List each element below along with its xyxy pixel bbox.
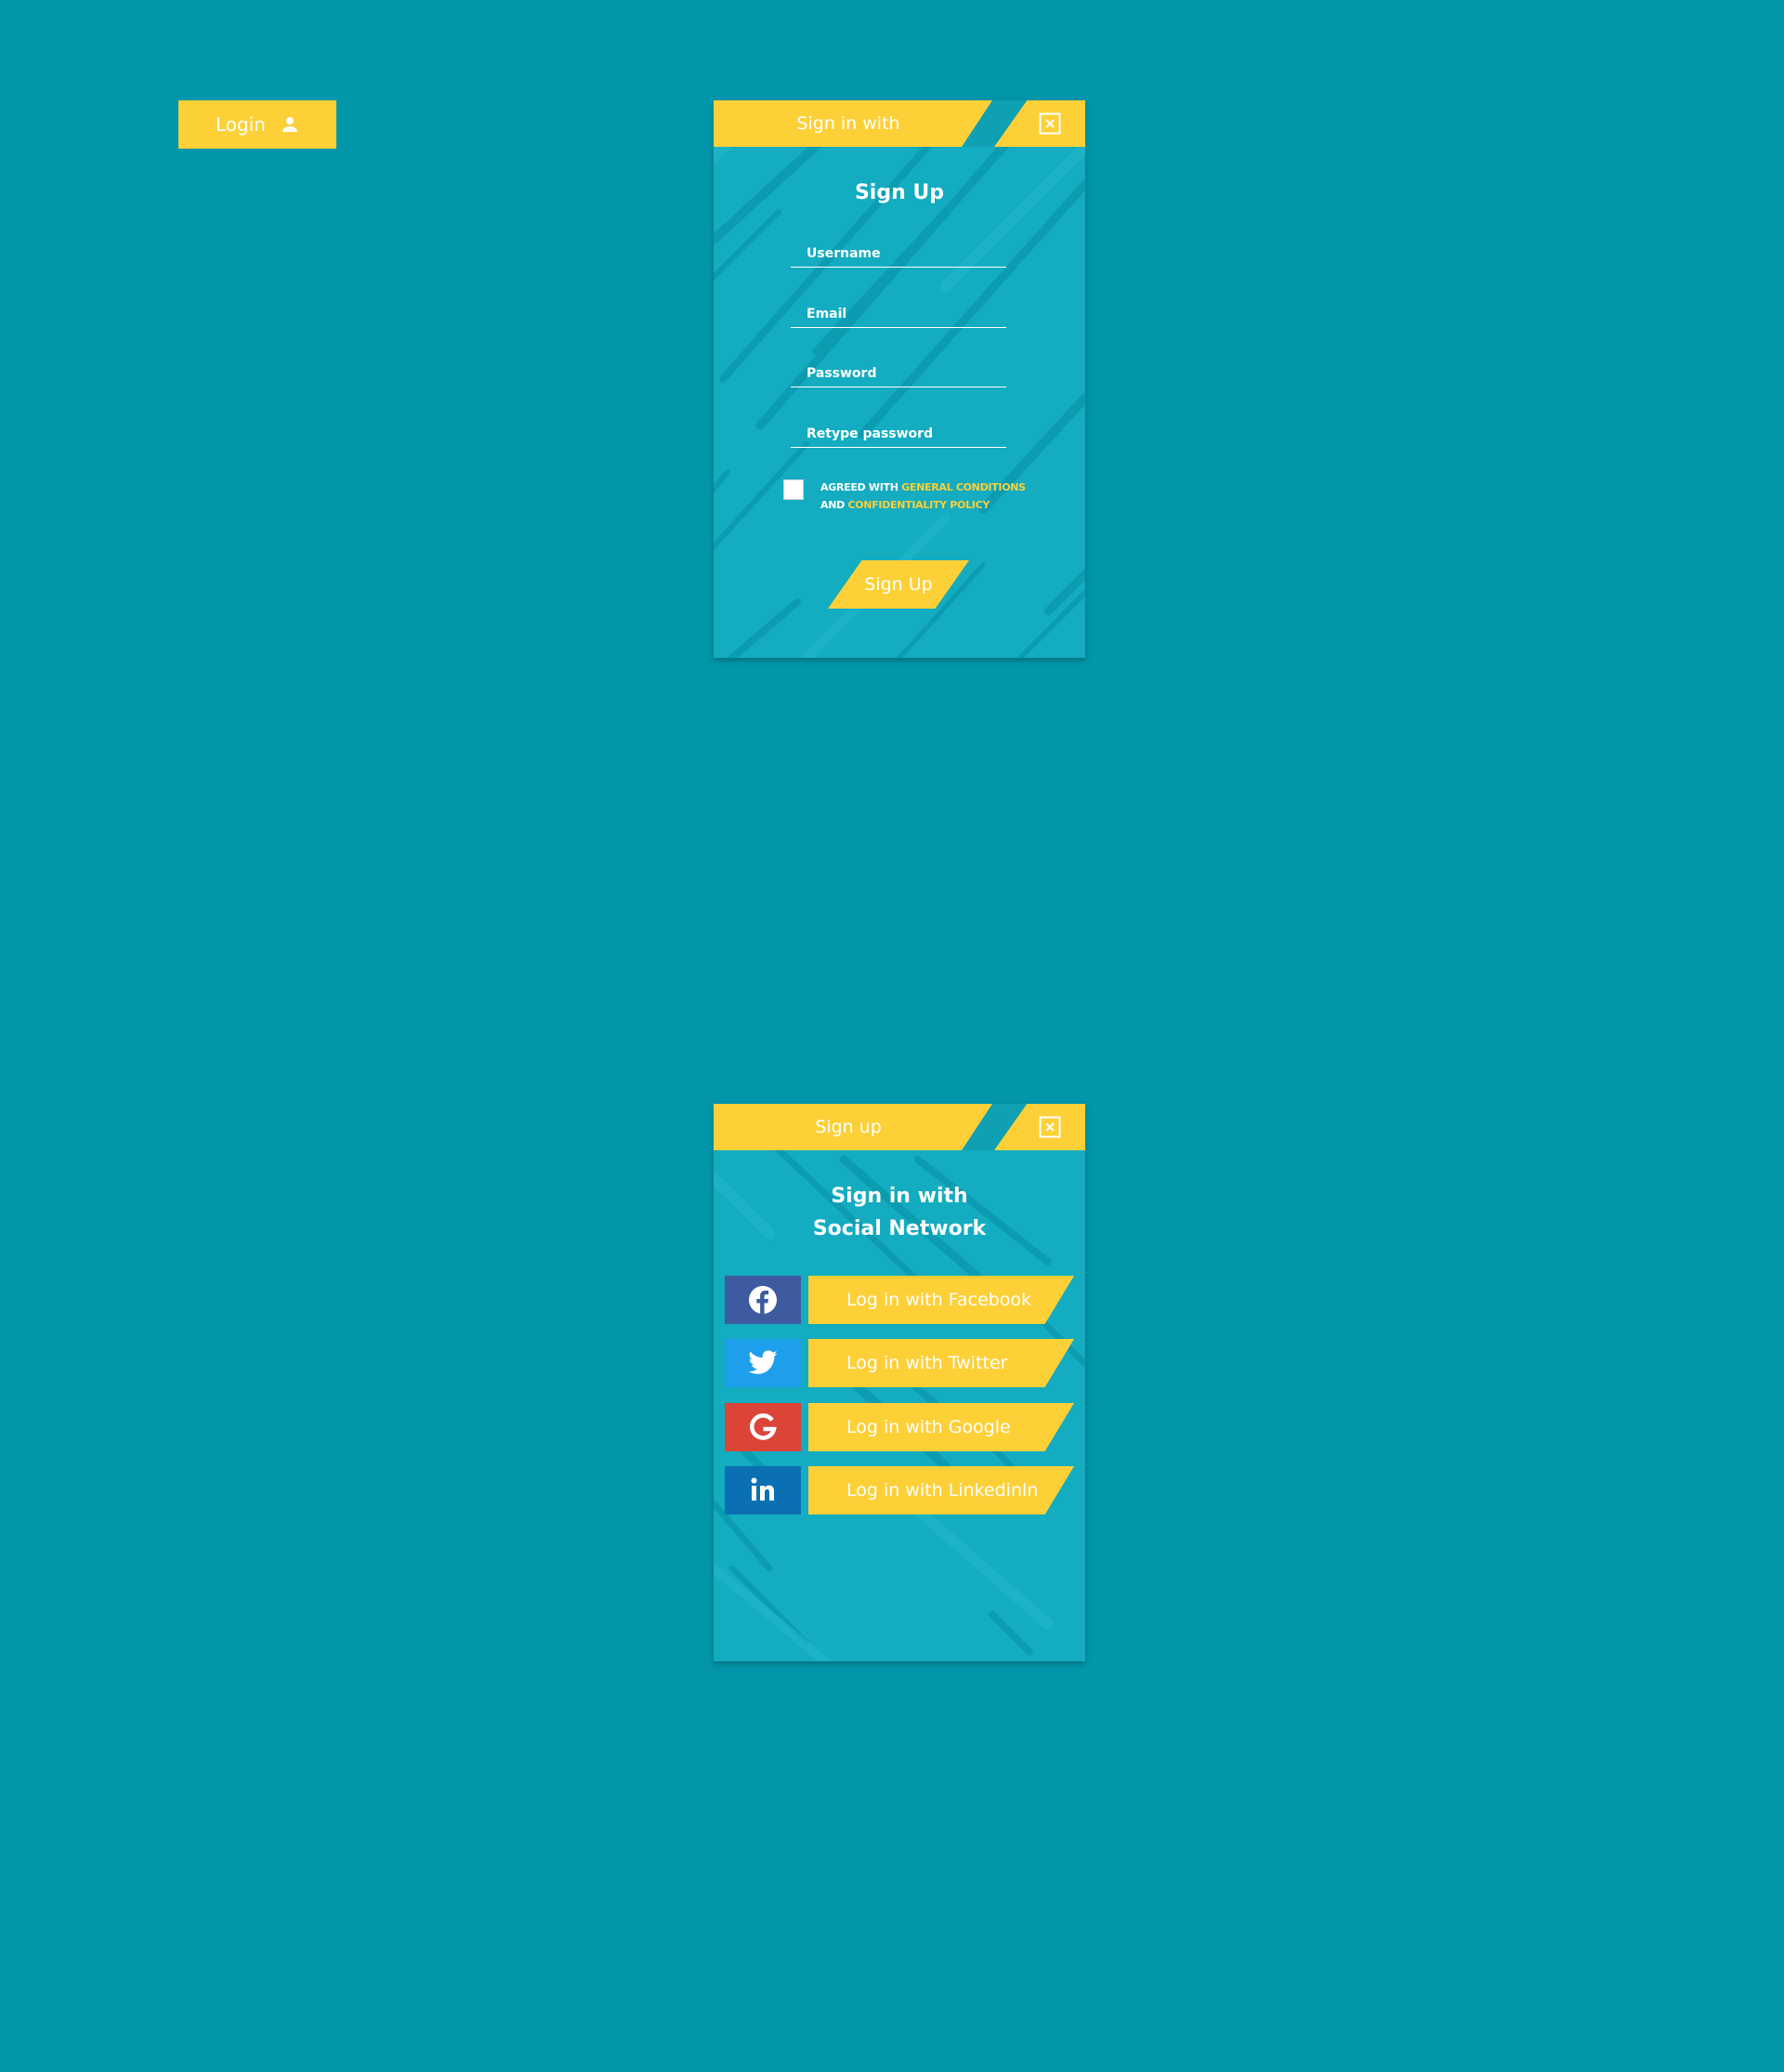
google-login-row: Log in with Google: [725, 1403, 1074, 1451]
linkedin-login-label: Log in with Linkedinln: [846, 1480, 1039, 1501]
password-input[interactable]: [791, 360, 1006, 387]
email-input[interactable]: [791, 300, 1006, 327]
email-field[interactable]: [791, 300, 1006, 328]
agreement-text: AGREED WITH GENERAL CONDITIONS AND CONFI…: [820, 479, 1043, 514]
agreement-checkbox[interactable]: [783, 479, 804, 500]
twitter-login-button[interactable]: Log in with Twitter: [808, 1339, 1074, 1387]
tab-sign-up[interactable]: Sign up: [714, 1104, 992, 1150]
twitter-login-label: Log in with Twitter: [846, 1353, 1008, 1373]
linkedin-login-row: Log in with Linkedinln: [725, 1466, 1074, 1515]
google-icon-button[interactable]: [725, 1403, 801, 1451]
google-login-button[interactable]: Log in with Google: [808, 1403, 1074, 1451]
close-button[interactable]: [994, 1104, 1085, 1150]
tab-sign-in-with-label: Sign in with: [796, 113, 900, 134]
google-icon: [750, 1413, 777, 1440]
facebook-login-row: Log in with Facebook: [725, 1276, 1074, 1324]
confidentiality-policy-link[interactable]: CONFIDENTIALITY POLICY: [847, 499, 990, 511]
signup-panel: Sign in with Sign Up AGREED WITH GENERAL…: [714, 100, 1085, 658]
linkedin-icon-button[interactable]: [725, 1466, 801, 1515]
panel-header: Sign up: [714, 1104, 1085, 1150]
facebook-icon-button[interactable]: [725, 1276, 801, 1324]
general-conditions-link[interactable]: GENERAL CONDITIONS: [901, 481, 1026, 493]
close-button[interactable]: [994, 100, 1085, 147]
user-icon: [282, 117, 297, 132]
linkedin-login-button[interactable]: Log in with Linkedinln: [808, 1466, 1074, 1515]
username-input[interactable]: [791, 240, 1006, 267]
facebook-login-button[interactable]: Log in with Facebook: [808, 1276, 1074, 1324]
agreement-middle: AND: [820, 499, 845, 511]
social-title-line-2: Social Network: [812, 1217, 987, 1240]
login-button-label: Login: [216, 113, 266, 136]
page-title: Sign Up: [854, 181, 945, 204]
google-login-label: Log in with Google: [846, 1417, 1011, 1437]
retype-password-field[interactable]: [791, 420, 1006, 448]
sign-up-button-label: Sign Up: [864, 574, 933, 595]
password-field[interactable]: [791, 360, 1006, 387]
login-button[interactable]: Login: [178, 100, 336, 149]
twitter-icon-button[interactable]: [725, 1339, 801, 1387]
linkedin-icon: [751, 1477, 774, 1501]
agreement-prefix: AGREED WITH: [820, 481, 899, 493]
twitter-login-row: Log in with Twitter: [725, 1339, 1074, 1387]
twitter-icon: [748, 1350, 778, 1374]
social-login-panel: Sign up Sign in with Social Network Log …: [714, 1104, 1085, 1661]
tab-sign-up-label: Sign up: [815, 1117, 882, 1137]
close-icon: [1039, 112, 1061, 135]
username-field[interactable]: [791, 240, 1006, 268]
tab-sign-in-with[interactable]: Sign in with: [714, 100, 992, 147]
facebook-login-label: Log in with Facebook: [846, 1290, 1031, 1310]
sign-up-button[interactable]: Sign Up: [828, 560, 969, 609]
close-icon: [1039, 1116, 1061, 1138]
panel-header: Sign in with: [714, 100, 1085, 147]
social-title-line-1: Sign in with: [831, 1185, 968, 1208]
facebook-icon: [749, 1286, 777, 1314]
retype-password-input[interactable]: [791, 420, 1006, 447]
